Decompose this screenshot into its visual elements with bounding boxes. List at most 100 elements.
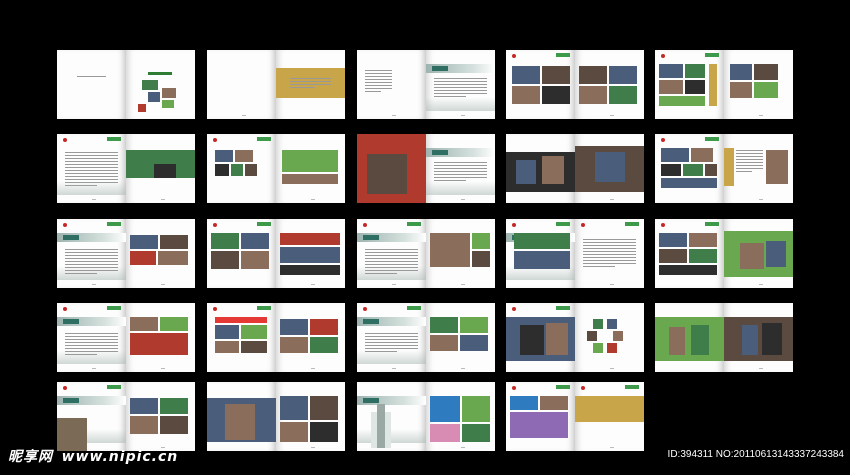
brand-mark-icon bbox=[107, 222, 121, 226]
text-line bbox=[65, 261, 118, 262]
photo-thumbnail bbox=[742, 325, 758, 355]
photo-thumbnail bbox=[661, 148, 689, 162]
photo-thumbnail bbox=[460, 317, 488, 333]
section-title-band bbox=[357, 396, 426, 405]
brochure-right-page bbox=[575, 50, 644, 119]
photo-thumbnail bbox=[510, 412, 568, 438]
brochure-left-page bbox=[357, 382, 426, 451]
brand-logo-icon bbox=[512, 386, 516, 390]
photo-thumbnail bbox=[310, 396, 338, 420]
section-title-block bbox=[363, 398, 379, 403]
text-block bbox=[434, 78, 487, 99]
page-number bbox=[758, 115, 763, 116]
brand-logo-icon bbox=[512, 223, 516, 227]
photo-thumbnail bbox=[514, 251, 570, 269]
brochure-left-page bbox=[57, 382, 126, 451]
section-title-block bbox=[363, 235, 379, 240]
brochure-right-page bbox=[724, 134, 793, 203]
photo-thumbnail bbox=[754, 82, 778, 98]
photo-thumbnail bbox=[579, 86, 607, 104]
brochure-left-page bbox=[207, 219, 276, 288]
brochure-right-page bbox=[724, 303, 793, 372]
section-title-block bbox=[63, 235, 79, 240]
text-line bbox=[65, 170, 118, 171]
brochure-right-page bbox=[575, 134, 644, 203]
text-line bbox=[583, 245, 636, 246]
brochure-spread bbox=[357, 50, 495, 119]
page-number bbox=[460, 284, 465, 285]
photo-thumbnail bbox=[130, 333, 188, 355]
brochure-spread bbox=[357, 134, 495, 203]
text-line bbox=[65, 342, 118, 343]
photo-thumbnail bbox=[661, 164, 681, 176]
photo-thumbnail bbox=[607, 319, 617, 329]
photo-thumbnail bbox=[215, 150, 233, 162]
brochure-left-page bbox=[207, 303, 276, 372]
photo-thumbnail bbox=[215, 164, 229, 176]
brochure-spread bbox=[357, 219, 495, 288]
text-line bbox=[583, 251, 636, 252]
brochure-left-page bbox=[357, 134, 426, 203]
photo-thumbnail bbox=[130, 317, 158, 331]
brand-mark-icon bbox=[625, 385, 639, 389]
section-title-block bbox=[432, 150, 448, 155]
brand-logo-icon bbox=[512, 54, 516, 58]
gold-panel bbox=[724, 148, 734, 186]
section-title-block bbox=[363, 319, 379, 324]
photo-thumbnail bbox=[280, 422, 308, 442]
photo-thumbnail bbox=[754, 64, 778, 80]
text-block bbox=[365, 249, 418, 276]
brochure-spread bbox=[357, 382, 495, 451]
photo-thumbnail bbox=[130, 251, 156, 265]
section-title-block bbox=[432, 66, 448, 71]
text-line bbox=[365, 333, 418, 334]
photo-thumbnail bbox=[245, 164, 257, 176]
text-line bbox=[365, 345, 418, 346]
page-number bbox=[310, 447, 315, 448]
text-line bbox=[365, 88, 392, 89]
brochure-right-page bbox=[724, 219, 793, 288]
photo-thumbnail bbox=[142, 80, 158, 90]
photo-thumbnail bbox=[160, 235, 188, 249]
text-line bbox=[736, 153, 763, 154]
photo-thumbnail bbox=[280, 247, 340, 263]
photo-thumbnail bbox=[579, 66, 607, 84]
photo-thumbnail bbox=[730, 64, 752, 80]
brochure-spread bbox=[655, 219, 793, 288]
brand-mark-icon bbox=[705, 137, 719, 141]
text-line bbox=[365, 270, 418, 271]
photo-thumbnail bbox=[430, 317, 458, 333]
text-line bbox=[365, 73, 392, 74]
text-line bbox=[65, 167, 118, 168]
text-line bbox=[65, 179, 118, 180]
photo-thumbnail bbox=[241, 325, 267, 339]
brochure-spread bbox=[655, 50, 793, 119]
brochure-spread bbox=[207, 219, 345, 288]
brand-logo-icon bbox=[63, 386, 67, 390]
photo-thumbnail bbox=[659, 64, 683, 78]
photo-thumbnail bbox=[130, 398, 158, 414]
text-line bbox=[365, 339, 418, 340]
photo-thumbnail bbox=[655, 317, 724, 361]
text-line bbox=[434, 90, 487, 91]
text-line bbox=[736, 156, 763, 157]
text-line bbox=[65, 339, 118, 340]
brochure-left-page bbox=[57, 303, 126, 372]
brochure-spread bbox=[57, 382, 195, 451]
page-number bbox=[91, 284, 96, 285]
text-line bbox=[65, 336, 118, 337]
text-line bbox=[736, 168, 763, 169]
section-title-block bbox=[63, 398, 79, 403]
text-line bbox=[65, 348, 118, 349]
photo-thumbnail bbox=[154, 164, 176, 178]
photo-thumbnail bbox=[685, 80, 705, 94]
photo-thumbnail bbox=[659, 265, 717, 275]
photo-thumbnail bbox=[587, 331, 597, 341]
brochure-left-page bbox=[506, 50, 575, 119]
brochure-right-page bbox=[276, 219, 345, 288]
photo-thumbnail bbox=[462, 396, 490, 422]
photo-thumbnail bbox=[310, 422, 338, 442]
brochure-spread bbox=[57, 50, 195, 119]
photo-thumbnail bbox=[225, 404, 255, 440]
section-title-band bbox=[426, 148, 495, 157]
